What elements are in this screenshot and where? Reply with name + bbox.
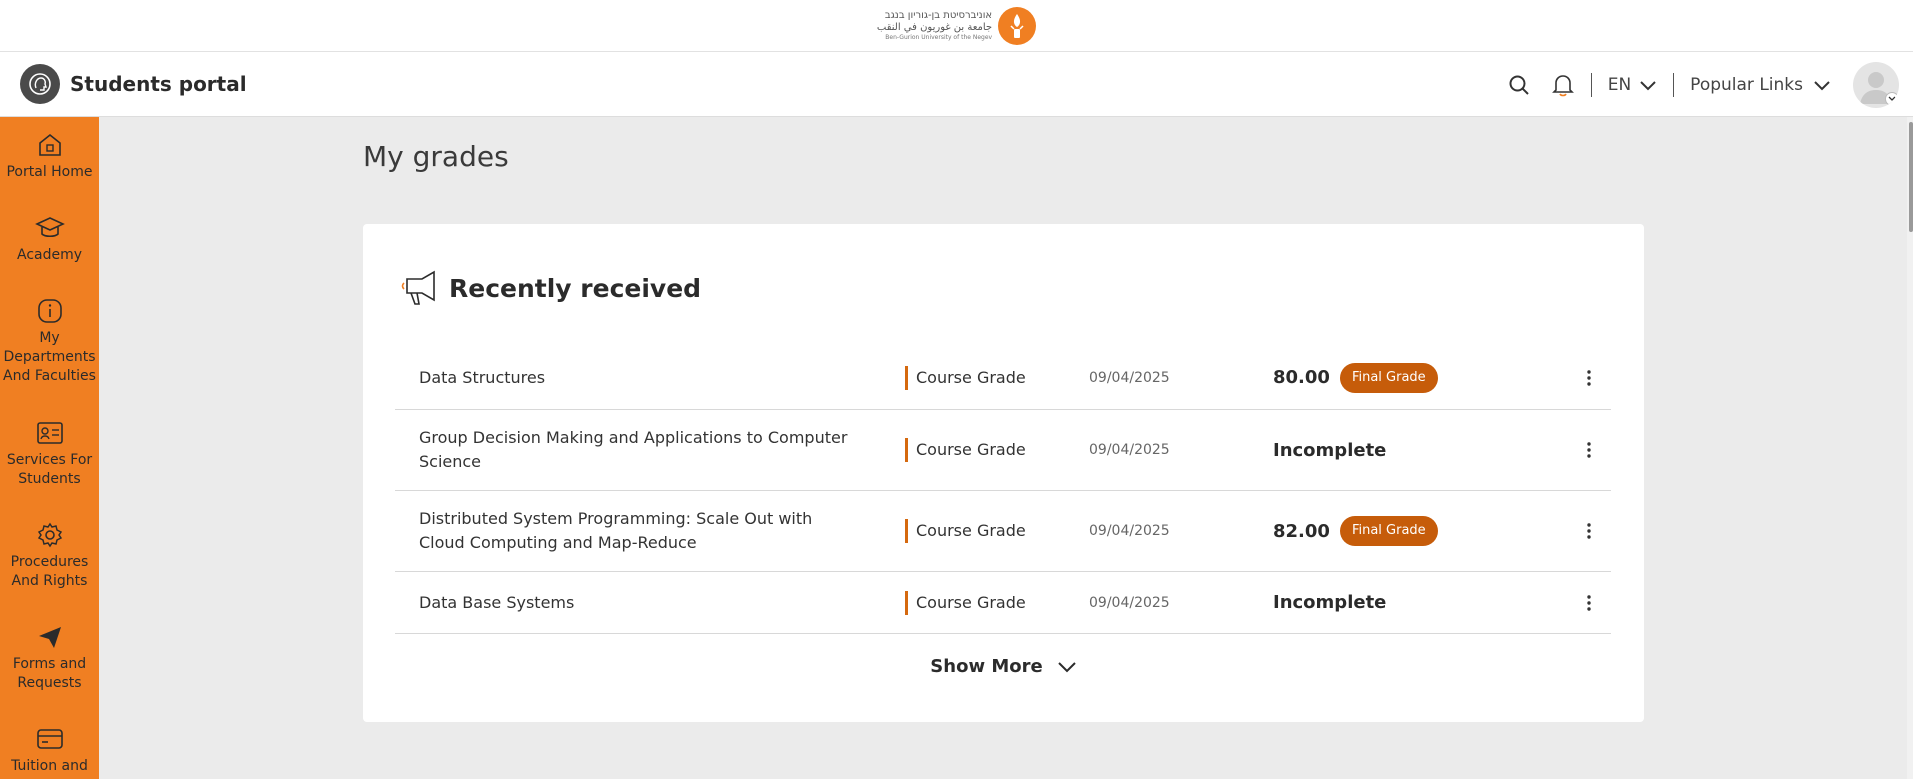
sidebar-item-portal-home[interactable]: Portal Home [0,131,99,182]
grade-row: Data Base Systems Course Grade 09/04/202… [395,572,1611,634]
card-header: Recently received [401,270,701,306]
app-header: Students portal EN Popular Links [0,52,1913,117]
course-name[interactable]: Data Base Systems [419,591,849,615]
grade-value: Incomplete [1273,439,1387,461]
language-label: EN [1607,74,1632,95]
show-more-label: Show More [930,656,1043,677]
university-logo[interactable]: אוניברסיטת בן-גוריון בנגב جامعة بن غوريو… [877,6,1037,45]
grade-row: Distributed System Programming: Scale Ou… [395,491,1611,572]
recently-received-card: Recently received Data Structures Course… [363,224,1644,722]
home-icon [38,133,61,156]
app-title: Students portal [70,72,247,96]
sidebar-item-label: My Departments And Faculties [3,330,96,384]
university-name-english: Ben-Gurion University of the Negev [885,33,993,41]
graduation-cap-icon [34,217,65,238]
course-name[interactable]: Data Structures [419,366,849,390]
more-options-icon[interactable] [1579,591,1599,615]
more-options-icon[interactable] [1579,438,1599,462]
sidebar-item-label: Portal Home [6,164,93,180]
grade-value-group: Incomplete [1273,440,1386,461]
torch-icon [998,6,1037,45]
grade-value: 82.00 [1273,520,1330,542]
header-actions: EN Popular Links [1507,52,1899,117]
final-grade-badge: Final Grade [1339,516,1438,546]
university-name-arabic: جامعة بن غوريون في النقب [876,21,993,33]
grade-date: 09/04/2025 [1089,442,1170,458]
chevron-down-icon [1814,80,1830,90]
sidebar-item-label: Tuition and [11,758,88,774]
grade-value: 80.00 [1273,367,1330,388]
grade-value-group: Incomplete [1273,592,1386,613]
grade-type: Course Grade [905,438,1026,462]
sidebar-item-label: Services For Students [6,452,93,487]
sidebar-item-my-departments[interactable]: My Departments And Faculties [0,297,99,386]
sidebar: Portal Home Academy My Departments And F… [0,117,99,779]
university-logo-bar: אוניברסיטת בן-גוריון בנגב جامعة بن غوريو… [0,0,1913,52]
brand[interactable]: Students portal [20,64,247,104]
more-options-icon[interactable] [1579,366,1599,390]
grade-date: 09/04/2025 [1089,594,1170,611]
popular-links-label: Popular Links [1690,74,1803,95]
university-name-hebrew: אוניברסיטת בן-גוריון בנגב [884,9,993,21]
paper-plane-icon [38,627,61,648]
avatar-menu-icon [1885,91,1899,106]
sidebar-item-services[interactable]: Services For Students [0,419,99,489]
grade-type: Course Grade [905,590,1026,615]
final-grade-badge: Final Grade [1339,362,1438,393]
portal-logo-icon [20,64,60,104]
bell-icon[interactable] [1551,73,1575,97]
search-icon[interactable] [1507,73,1531,97]
sidebar-item-label: Forms and Requests [12,656,87,691]
gear-icon [37,522,62,548]
credit-card-icon [36,729,63,749]
info-icon [37,299,62,323]
chevron-down-icon [1057,661,1076,672]
grade-date: 09/04/2025 [1089,523,1170,539]
university-logo-text: אוניברסיטת בן-גוריון בנגב جامعة بن غوريو… [877,10,992,42]
sidebar-item-label: Academy [16,247,83,263]
sidebar-item-tuition[interactable]: Tuition and [0,725,99,776]
course-name[interactable]: Group Decision Making and Applications t… [419,426,849,474]
sidebar-item-label: Procedures And Rights [10,554,89,589]
scrollbar-thumb[interactable] [1909,122,1913,232]
grade-row: Group Decision Making and Applications t… [395,410,1611,491]
chevron-down-icon [1640,80,1656,90]
grade-value-group: 82.00 Final Grade [1273,516,1438,546]
sidebar-item-academy[interactable]: Academy [0,214,99,265]
course-name[interactable]: Distributed System Programming: Scale Ou… [419,507,849,555]
avatar[interactable] [1853,61,1899,108]
popular-links-dropdown[interactable]: Popular Links [1690,75,1831,95]
grade-row: Data Structures Course Grade 09/04/2025 … [395,346,1611,410]
language-selector[interactable]: EN [1608,75,1657,95]
megaphone-icon [401,270,435,305]
card-title: Recently received [449,273,702,303]
more-options-icon[interactable] [1579,519,1599,543]
grade-date: 09/04/2025 [1089,369,1170,386]
grade-type: Course Grade [905,519,1026,543]
grade-type: Course Grade [905,365,1026,390]
grade-value: Incomplete [1273,592,1387,613]
sidebar-item-forms[interactable]: Forms and Requests [0,623,99,693]
grade-value-group: 80.00 Final Grade [1273,362,1438,393]
grades-list: Data Structures Course Grade 09/04/2025 … [395,346,1611,634]
header-divider [1590,72,1592,97]
page-title: My grades [363,140,509,173]
header-divider [1673,72,1675,97]
show-more-button[interactable]: Show More [363,656,1644,677]
sidebar-item-procedures[interactable]: Procedures And Rights [0,521,99,591]
id-card-icon [36,422,63,444]
